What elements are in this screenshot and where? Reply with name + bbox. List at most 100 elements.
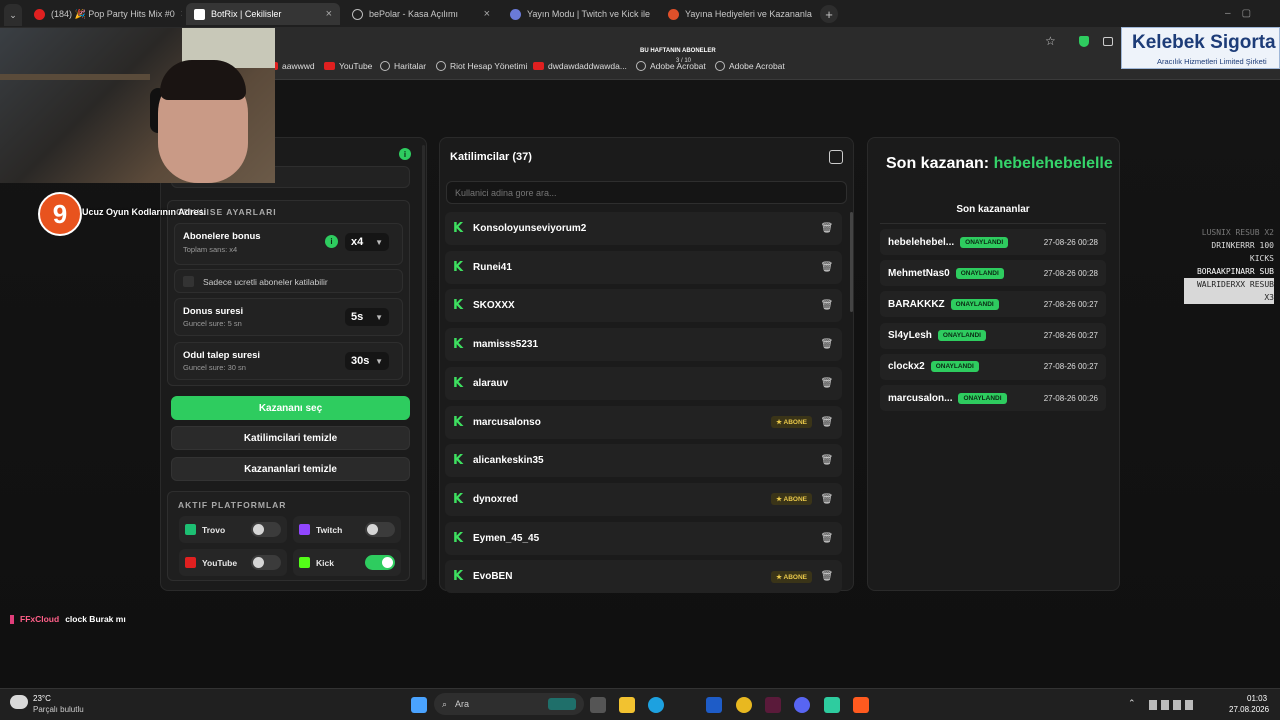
app2-icon[interactable]: [824, 697, 840, 713]
kick-icon: K: [453, 569, 464, 585]
task-view-icon[interactable]: [590, 697, 606, 713]
winner-name: clockx2: [888, 361, 925, 373]
odul-row: Odul talep suresi Guncel sure: 30 sn 30s…: [174, 342, 403, 380]
weather-desc: Parçalı bulutlu: [33, 705, 84, 714]
info-icon[interactable]: i: [325, 235, 338, 248]
file-explorer-icon[interactable]: [619, 697, 635, 713]
bookmark-item[interactable]: dwdawdaddwawda...: [533, 61, 627, 71]
brave-icon[interactable]: [853, 697, 869, 713]
bonus-value: x4: [351, 236, 364, 248]
edge-icon[interactable]: [648, 697, 664, 713]
trash-icon[interactable]: 🗑: [820, 531, 834, 545]
winner-row: marcusalon... ONAYLANDI 27-08-26 00:26: [880, 385, 1106, 411]
abone-overlay-count: 3 / 10: [676, 58, 692, 64]
event-item: BORAAKPINARR SUB: [1196, 267, 1274, 276]
trash-icon[interactable]: 🗑: [820, 222, 834, 236]
plus-icon: +: [825, 6, 833, 22]
bookmark-label: Riot Hesap Yönetimi: [450, 61, 528, 71]
star-icon[interactable]: ☆: [1045, 34, 1056, 48]
participant-name: alicankeskin35: [473, 455, 544, 467]
platform-youtube: YouTube: [179, 549, 287, 576]
tray-chevron-icon[interactable]: ⌃: [1128, 698, 1136, 709]
approved-badge: ONAYLANDI: [937, 330, 986, 342]
trash-icon[interactable]: 🗑: [820, 492, 834, 506]
windows-start-icon[interactable]: [411, 697, 427, 713]
info-icon[interactable]: i: [399, 148, 411, 160]
close-icon[interactable]: ×: [181, 8, 182, 20]
paid-only-row[interactable]: Sadece ucretli aboneler katilabilir: [174, 269, 403, 293]
tab-bepolar[interactable]: bePolar - Kasa Açılımı ×: [344, 3, 498, 25]
clear-participants-button[interactable]: Katilimcilari temizle: [171, 426, 410, 450]
sigorta-banner: Kelebek Sigorta Aracılık Hizmetleri Limi…: [1121, 27, 1280, 69]
trash-icon[interactable]: 🗑: [820, 299, 834, 313]
donus-sub: Guncel sure: 5 sn: [183, 319, 242, 328]
clear-winners-button[interactable]: Kazananlari temizle: [171, 457, 410, 481]
participant-scrollbar[interactable]: [850, 212, 853, 312]
trash-icon[interactable]: 🗑: [820, 570, 834, 584]
participant-search-input[interactable]: [446, 181, 847, 204]
minimize-restore-icons[interactable]: – ▢: [1225, 8, 1251, 19]
participant-row: K EvoBEN ★ ABONE 🗑: [445, 560, 842, 594]
bookmark-item[interactable]: Haritalar: [380, 61, 426, 71]
tab-search-button[interactable]: ⌄: [4, 4, 22, 26]
tab-botrix[interactable]: BotRix | Cekilisler ×: [186, 3, 340, 25]
bonus-select[interactable]: x4 ▼: [345, 233, 389, 251]
new-tab-button[interactable]: +: [820, 5, 838, 23]
trash-icon[interactable]: 🗑: [820, 454, 834, 468]
bookmark-item[interactable]: Adobe Acrobat: [715, 61, 785, 71]
copy-icon[interactable]: [829, 150, 843, 164]
donus-row: Donus suresi Guncel sure: 5 sn 5s ▼: [174, 298, 403, 336]
participant-row: K Konsoloyunseviyorum2 🗑: [445, 212, 842, 245]
trash-icon[interactable]: 🗑: [820, 376, 834, 390]
mail-icon[interactable]: [706, 697, 722, 713]
trash-icon[interactable]: 🗑: [820, 415, 834, 429]
bookmark-item[interactable]: Adobe Acrobat: [636, 61, 706, 71]
tab-youtube[interactable]: (184) 🎉 Pop Party Hits Mix #0 ×: [26, 3, 182, 25]
shield-icon[interactable]: [1079, 36, 1089, 47]
winner-name: marcusalon...: [888, 392, 953, 404]
participant-name: Runei41: [473, 261, 512, 273]
kick-toggle[interactable]: [365, 555, 395, 570]
trovo-toggle[interactable]: [251, 522, 281, 537]
youtube-toggle[interactable]: [251, 555, 281, 570]
approved-badge: ONAYLANDI: [955, 267, 1004, 279]
donus-select[interactable]: 5s ▼: [345, 308, 389, 326]
tab-hediyeler[interactable]: Yayına Hediyeleri ve Kazananla×: [660, 3, 814, 25]
winner-row: hebelehebel... ONAYLANDI 27-08-26 00:28: [880, 229, 1106, 255]
left-scrollbar[interactable]: [422, 145, 425, 580]
close-icon[interactable]: ×: [326, 8, 332, 20]
bookmark-item[interactable]: YouTube: [324, 61, 372, 71]
bookmark-label: aawwwd: [282, 61, 315, 71]
twitch-toggle[interactable]: [365, 522, 395, 537]
discord-icon[interactable]: [794, 697, 810, 713]
abone-badge: ★ ABONE: [771, 493, 812, 506]
twitch-icon: [299, 524, 310, 535]
tab-label: Yayın Modu | Twitch ve Kick ile: [527, 9, 651, 19]
clock-date: 27.08.2026: [1229, 705, 1270, 714]
p-icon: [668, 8, 679, 20]
extension-icon[interactable]: [1103, 37, 1113, 46]
chrome-icon[interactable]: [736, 697, 752, 713]
winner-row: clockx2 ONAYLANDI 27-08-26 00:27: [880, 353, 1106, 380]
sigorta-sub: Aracılık Hizmetleri Limited Şirketi: [1157, 57, 1267, 66]
chevron-down-icon: ⌄: [9, 9, 17, 20]
close-icon[interactable]: ×: [484, 8, 490, 20]
trash-icon[interactable]: 🗑: [820, 260, 834, 274]
participant-name: Konsoloyunseviyorum2: [473, 223, 587, 234]
app-icon[interactable]: [765, 697, 781, 713]
weather-icon[interactable]: [10, 695, 28, 709]
bookmark-item[interactable]: aawwwd: [272, 61, 315, 71]
taskbar-search[interactable]: ⌕ Ara: [434, 693, 584, 715]
pick-winner-button[interactable]: Kazananı seç: [171, 396, 410, 420]
sigorta-title: Kelebek Sigorta: [1132, 32, 1276, 53]
paid-only-checkbox[interactable]: [183, 276, 194, 287]
odul-select[interactable]: 30s ▼: [345, 352, 389, 370]
tab-yayin-modu[interactable]: Yayın Modu | Twitch ve Kick ile×: [502, 3, 656, 25]
winner-name: Sl4yLesh: [888, 330, 932, 342]
tray-icons[interactable]: [1149, 700, 1193, 710]
bookmark-item[interactable]: Riot Hesap Yönetimi: [436, 61, 527, 71]
trash-icon[interactable]: 🗑: [820, 338, 834, 352]
yayin-icon: [510, 8, 521, 20]
winner-name: BARAKKKZ: [888, 298, 945, 310]
winner-name: MehmetNas0: [888, 267, 950, 279]
